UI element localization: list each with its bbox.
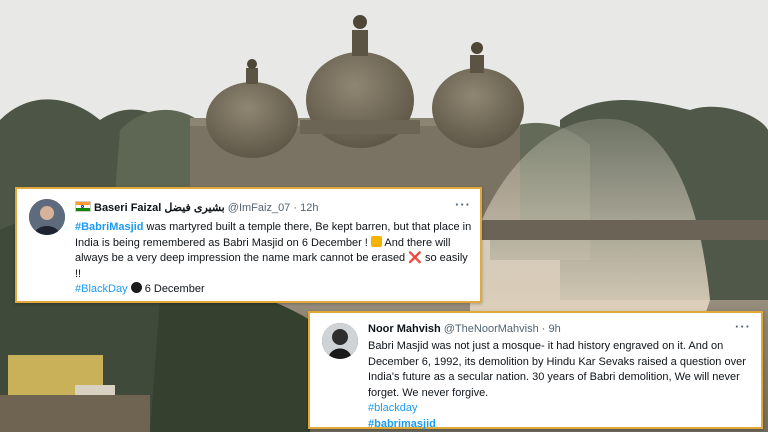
tweet-text: Babri Masjid was not just a mosque- it h… [368, 339, 753, 432]
more-options-icon[interactable]: ··· [455, 197, 471, 212]
india-flag-icon [75, 201, 91, 212]
display-name-urdu[interactable]: بشیری فیضل [164, 202, 224, 214]
user-handle[interactable]: @TheNoorMahvish [444, 323, 539, 335]
user-handle[interactable]: @ImFaiz_07 [228, 202, 291, 214]
timestamp[interactable]: 9h [549, 323, 561, 335]
hashtag-blackday[interactable]: #blackday [368, 401, 753, 417]
tweet-card-noor-mahvish[interactable]: Noor Mahvish @TheNoorMahvish · 9h ··· Ba… [308, 311, 763, 432]
tweet-text: #BabriMasjid was martyred built a temple… [75, 220, 475, 298]
timestamp[interactable]: 12h [300, 202, 318, 214]
tweet-header: Baseri Faizal بشیری فیضل @ImFaiz_07 · 12… [75, 201, 318, 214]
hashtag-blackday[interactable]: #BlackDay [75, 283, 128, 295]
avatar-image-icon [29, 199, 65, 235]
more-options-icon[interactable]: ··· [735, 319, 751, 334]
warning-emoji-icon [370, 235, 382, 247]
separator-dot: · [293, 202, 298, 214]
tweet-header: Noor Mahvish @TheNoorMahvish · 9h [368, 323, 561, 335]
tweet-card-baseri-faizal[interactable]: Baseri Faizal بشیری فیضل @ImFaiz_07 · 12… [15, 187, 482, 303]
avatar-image-icon [322, 323, 358, 359]
hashtag-babrimasjid[interactable]: #babrimasjid [368, 417, 753, 432]
separator-dot: · [541, 323, 546, 335]
hashtag-babrimasjid[interactable]: #BabriMasjid [75, 221, 143, 233]
avatar[interactable] [322, 323, 358, 359]
avatar[interactable] [29, 199, 65, 235]
display-name[interactable]: Noor Mahvish [368, 323, 441, 335]
cross-mark-icon: ❌ [408, 252, 422, 264]
tweet-date-text: 6 December [141, 283, 205, 295]
display-name[interactable]: Baseri Faizal [94, 202, 161, 214]
black-circle-icon [130, 282, 142, 293]
tweet-text-main: Babri Masjid was not just a mosque- it h… [368, 340, 746, 399]
